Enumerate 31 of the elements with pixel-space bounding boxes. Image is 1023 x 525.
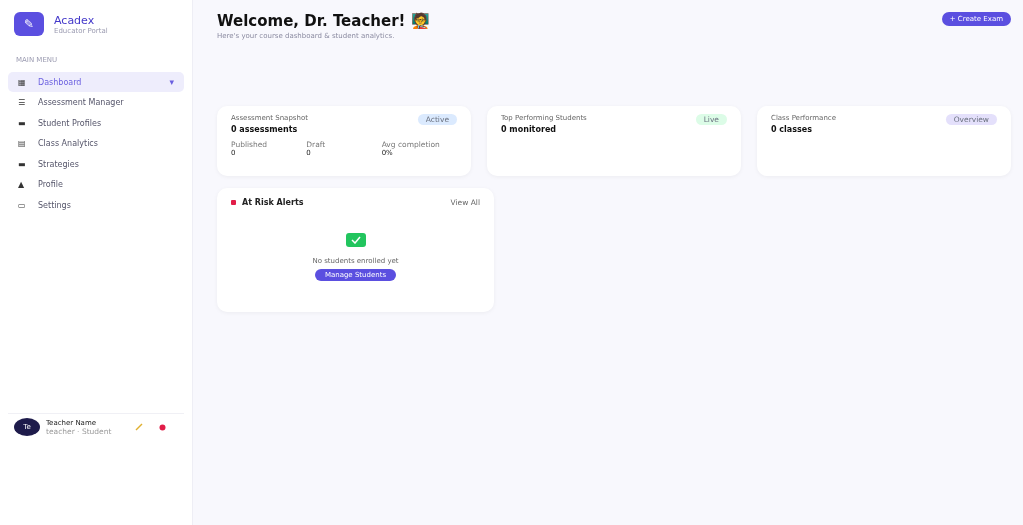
card-value: 0 classes — [771, 125, 813, 134]
card-value: 0 assessments — [231, 125, 299, 134]
logo-icon: ✎ — [14, 12, 44, 36]
menu-label: Assessment Manager — [38, 98, 124, 107]
sidebar-item[interactable]: ▦ Dashboard ▾ — [8, 72, 184, 92]
sidebar-item[interactable]: ▲ Profile — [8, 174, 184, 195]
menu-icon: ☰ — [18, 98, 28, 107]
alerts-title: At Risk Alerts — [231, 198, 304, 207]
menu-icon: ▲ — [18, 180, 28, 189]
menu-label: Strategies — [38, 159, 79, 169]
page-title: Welcome, Dr. Teacher! 🧑‍🏫 — [217, 12, 430, 30]
check-icon — [345, 233, 366, 247]
brand-name: Acadex — [54, 13, 96, 27]
menu-icon: ▬ — [18, 118, 28, 128]
sidebar-item[interactable]: ▤ Class Analytics — [8, 133, 184, 154]
menu-label: Settings — [38, 200, 71, 210]
teacher-emoji: 🧑‍🏫 — [410, 12, 430, 30]
menu-icon: ▤ — [18, 139, 28, 148]
menu-label: Dashboard — [38, 77, 82, 87]
menu-icon: ▬ — [18, 159, 28, 169]
menu-label: Profile — [38, 180, 63, 189]
caret-icon: ▾ — [169, 77, 174, 87]
sidebar-item[interactable]: ▭ Settings — [8, 195, 184, 215]
card-value: 0 monitored — [501, 125, 558, 134]
menu-label: Student Profiles — [38, 118, 102, 128]
sidebar-item[interactable]: ▬ Strategies — [8, 154, 184, 174]
sidebar-item[interactable]: ▬ Student Profiles — [8, 113, 184, 133]
menu-icon: ▦ — [18, 77, 28, 87]
menu-label: Class Analytics — [38, 139, 98, 148]
menu-icon: ▭ — [18, 200, 28, 210]
sidebar-item[interactable]: ☰ Assessment Manager — [8, 92, 184, 113]
